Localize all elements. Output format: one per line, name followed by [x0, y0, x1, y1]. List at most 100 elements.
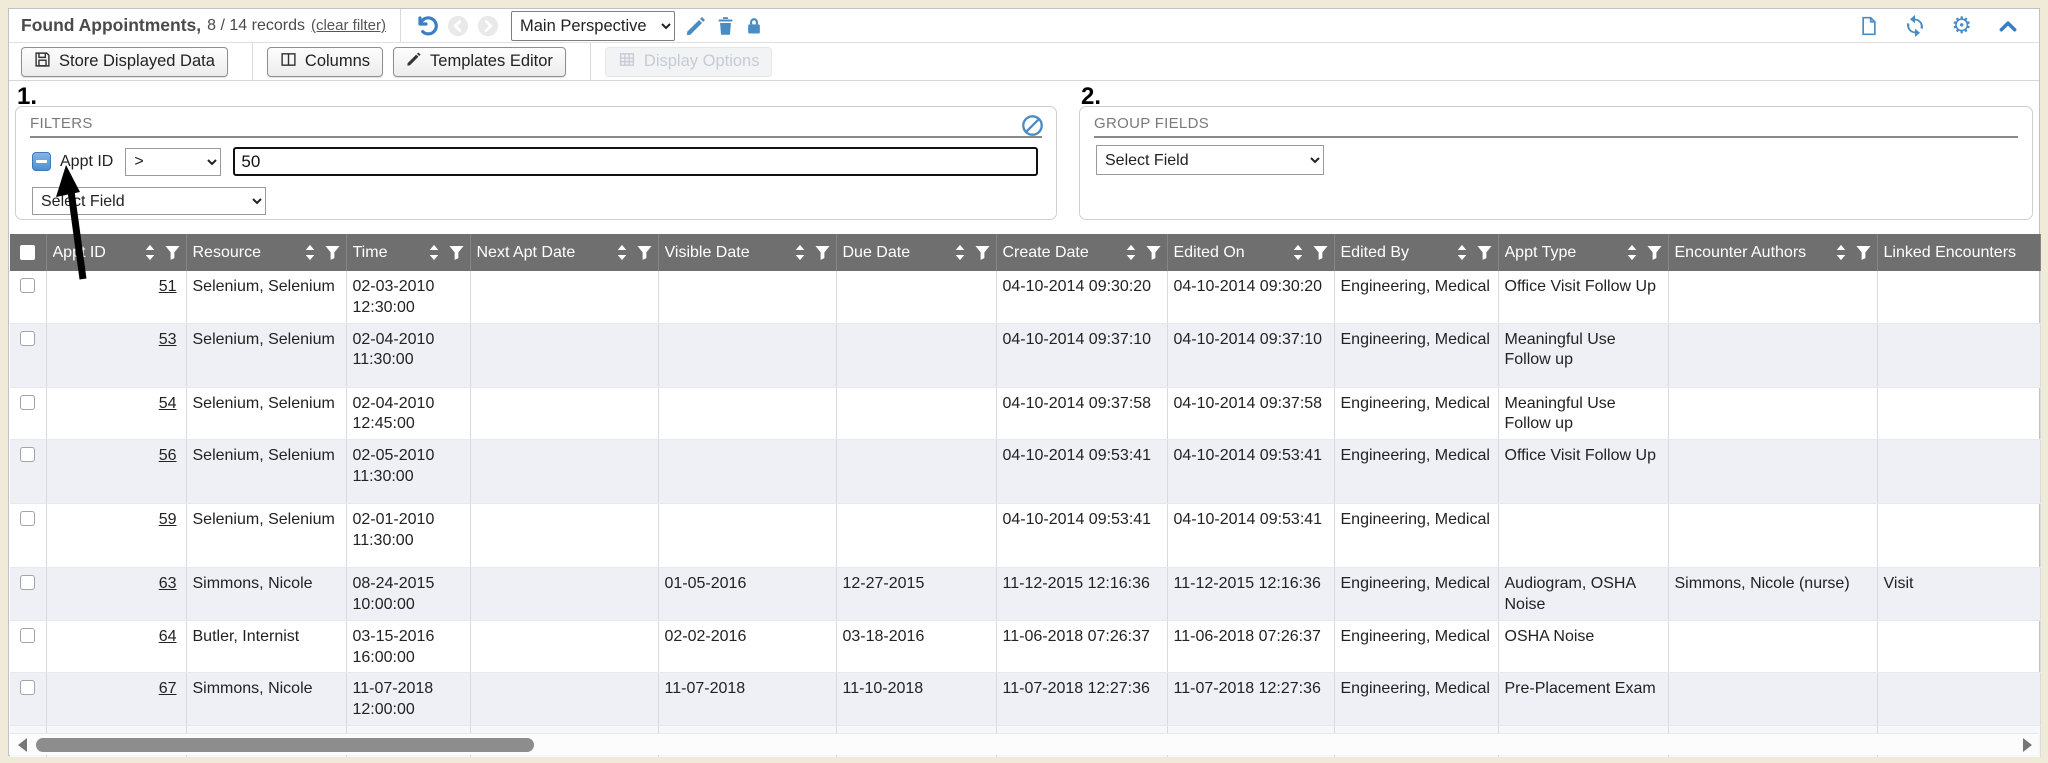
- cell-appt-id: 56: [46, 440, 186, 504]
- perspective-select[interactable]: Main Perspective: [511, 11, 675, 41]
- sort-icon[interactable]: [304, 244, 316, 261]
- row-checkbox[interactable]: [20, 331, 35, 346]
- sort-icon[interactable]: [1835, 244, 1847, 261]
- filter-funnel-icon[interactable]: [165, 245, 180, 260]
- filter-funnel-icon[interactable]: [975, 245, 990, 260]
- row-checkbox[interactable]: [20, 575, 35, 590]
- cell-resource: Selenium, Selenium: [186, 440, 346, 504]
- col-header-linked-encounters[interactable]: Linked Encounters: [1877, 234, 2040, 271]
- col-header-next-apt-date[interactable]: Next Apt Date: [470, 234, 658, 271]
- col-header-encounter-authors[interactable]: Encounter Authors: [1668, 234, 1877, 271]
- remove-filter-minus-button[interactable]: [32, 152, 51, 171]
- sort-icon[interactable]: [1626, 244, 1638, 261]
- row-checkbox[interactable]: [20, 628, 35, 643]
- collapse-chevron-up-icon[interactable]: [1997, 16, 2019, 36]
- appt-id-link[interactable]: 67: [159, 680, 177, 697]
- filter-operator-select[interactable]: >: [125, 148, 221, 176]
- cell-edited-on: 04-10-2014 09:37:10: [1167, 323, 1334, 387]
- col-header-create-date[interactable]: Create Date: [996, 234, 1167, 271]
- actions-toolbar: Store Displayed Data Columns Templates E…: [9, 43, 2039, 81]
- filter-funnel-icon[interactable]: [1477, 245, 1492, 260]
- filter-funnel-icon[interactable]: [449, 245, 464, 260]
- appt-id-link[interactable]: 53: [159, 331, 177, 348]
- cell-create-date: 04-10-2014 09:53:41: [996, 504, 1167, 568]
- sort-icon[interactable]: [794, 244, 806, 261]
- forward-icon[interactable]: [477, 15, 499, 37]
- templates-editor-button[interactable]: Templates Editor: [393, 47, 566, 77]
- col-header-edited-on[interactable]: Edited On: [1167, 234, 1334, 271]
- appt-id-link[interactable]: 54: [159, 395, 177, 412]
- annotation-step-1: 1.: [17, 83, 37, 111]
- cell-next-apt-date: [470, 504, 658, 568]
- row-checkbox[interactable]: [20, 395, 35, 410]
- col-header-due-date[interactable]: Due Date: [836, 234, 996, 271]
- row-checkbox[interactable]: [20, 511, 35, 526]
- back-icon[interactable]: [447, 15, 469, 37]
- row-checkbox[interactable]: [20, 680, 35, 695]
- sort-icon[interactable]: [1125, 244, 1137, 261]
- gear-icon[interactable]: ⚙: [1951, 14, 1972, 37]
- select-all-checkbox[interactable]: [20, 245, 35, 260]
- row-checkbox[interactable]: [20, 447, 35, 462]
- appt-id-link[interactable]: 63: [159, 575, 177, 592]
- appt-id-link[interactable]: 64: [159, 628, 177, 645]
- clear-filter-link[interactable]: (clear filter): [311, 17, 386, 34]
- scroll-right-arrow-icon[interactable]: [2023, 738, 2032, 752]
- appt-id-link[interactable]: 51: [159, 278, 177, 295]
- horizontal-scrollbar[interactable]: [10, 733, 2038, 755]
- cell-due-date: [836, 271, 996, 323]
- cell-due-date: [836, 387, 996, 440]
- filter-funnel-icon[interactable]: [1647, 245, 1662, 260]
- cell-appt-type: Office Visit Follow Up: [1498, 271, 1668, 323]
- sort-icon[interactable]: [1292, 244, 1304, 261]
- filter-funnel-icon[interactable]: [1856, 245, 1871, 260]
- app-root: Found Appointments, 8 / 14 records (clea…: [0, 0, 2048, 763]
- row-checkbox[interactable]: [20, 278, 35, 293]
- scroll-left-arrow-icon[interactable]: [18, 738, 27, 752]
- new-document-icon[interactable]: [1859, 15, 1879, 37]
- col-header-time[interactable]: Time: [346, 234, 470, 271]
- col-header-resource[interactable]: Resource: [186, 234, 346, 271]
- store-displayed-data-button[interactable]: Store Displayed Data: [21, 47, 228, 77]
- scrollbar-thumb[interactable]: [36, 738, 534, 752]
- columns-button[interactable]: Columns: [267, 47, 383, 77]
- records-count: 8 / 14 records: [207, 17, 305, 35]
- col-header-edited-by[interactable]: Edited By: [1334, 234, 1498, 271]
- cell-time: 02-05-2010 11:30:00: [346, 440, 470, 504]
- cell-edited-on: 04-10-2014 09:53:41: [1167, 504, 1334, 568]
- col-header-appt-type[interactable]: Appt Type: [1498, 234, 1668, 271]
- col-header-visible-date[interactable]: Visible Date: [658, 234, 836, 271]
- add-filter-field-select[interactable]: Select Field: [32, 187, 266, 215]
- sort-icon[interactable]: [428, 244, 440, 261]
- clear-all-filters-icon[interactable]: [1021, 114, 1044, 142]
- cell-create-date: 04-10-2014 09:37:58: [996, 387, 1167, 440]
- appt-id-link[interactable]: 59: [159, 511, 177, 528]
- refresh-icon[interactable]: [1904, 15, 1926, 37]
- edit-perspective-pencil-icon[interactable]: [685, 15, 707, 37]
- lock-icon[interactable]: [744, 15, 764, 37]
- group-field-select[interactable]: Select Field: [1096, 145, 1324, 175]
- filter-funnel-icon[interactable]: [815, 245, 830, 260]
- col-header-appt-id[interactable]: Appt ID: [46, 234, 186, 271]
- display-options-label: Display Options: [644, 52, 760, 71]
- cell-due-date: [836, 323, 996, 387]
- sort-icon[interactable]: [616, 244, 628, 261]
- cell-appt-id: 67: [46, 673, 186, 726]
- sort-icon[interactable]: [954, 244, 966, 261]
- delete-perspective-trash-icon[interactable]: [715, 15, 736, 37]
- sort-icon[interactable]: [144, 244, 156, 261]
- filter-value-input[interactable]: [233, 147, 1038, 176]
- filter-funnel-icon[interactable]: [325, 245, 340, 260]
- cell-visible-date: 11-07-2018: [658, 673, 836, 726]
- sort-icon[interactable]: [1456, 244, 1468, 261]
- page-title: Found Appointments,: [21, 15, 201, 36]
- undo-icon[interactable]: [415, 14, 439, 38]
- toolbar-divider: [252, 43, 253, 80]
- cell-resource: Butler, Internist: [186, 620, 346, 673]
- filter-funnel-icon[interactable]: [637, 245, 652, 260]
- appt-id-link[interactable]: 56: [159, 447, 177, 464]
- filter-funnel-icon[interactable]: [1146, 245, 1161, 260]
- cell-next-apt-date: [470, 387, 658, 440]
- cell-appt-id: 64: [46, 620, 186, 673]
- filter-funnel-icon[interactable]: [1313, 245, 1328, 260]
